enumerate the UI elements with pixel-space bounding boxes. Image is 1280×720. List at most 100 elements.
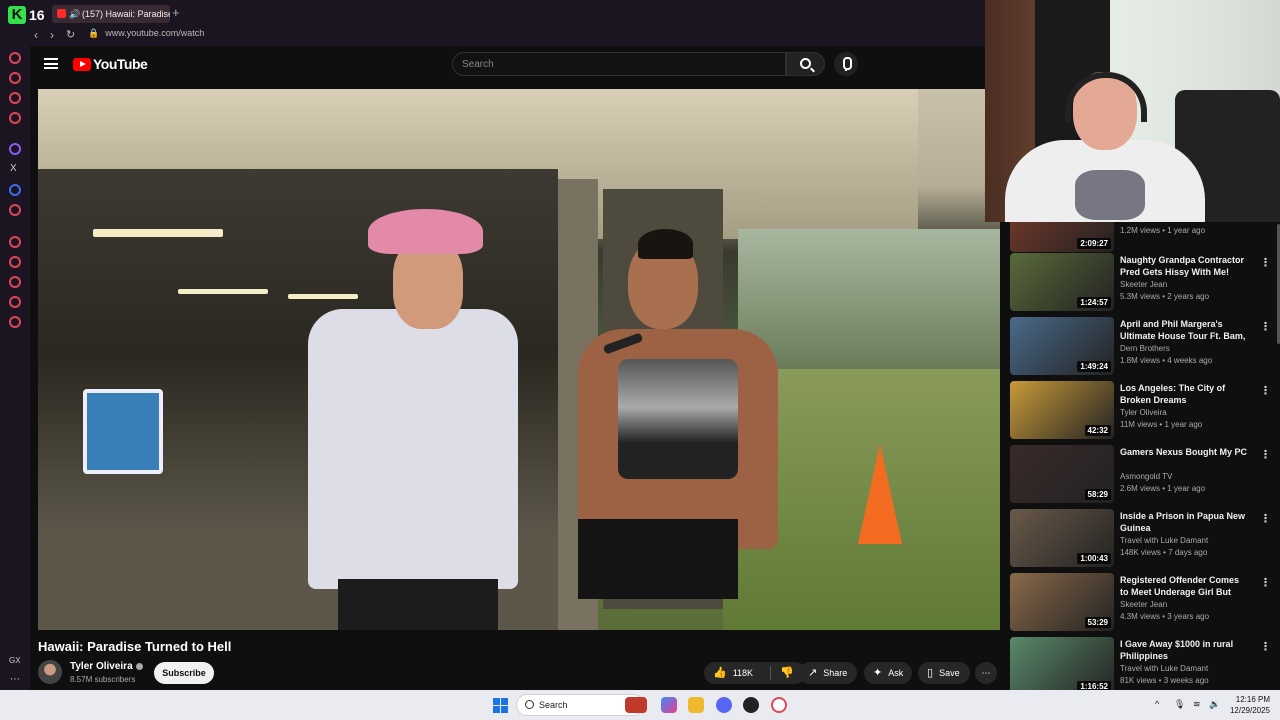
recommendation-channel[interactable]: Skeeter Jean <box>1120 280 1260 289</box>
new-tab-button[interactable]: + <box>172 6 184 20</box>
recommendation-item[interactable]: 1:16:52 I Gave Away $1000 in rural Philip… <box>1010 637 1274 690</box>
video-scene <box>738 229 1000 369</box>
recommendation-title[interactable]: Inside a Prison in Papua New Guinea <box>1120 510 1250 534</box>
chevron-up-icon[interactable]: ^ <box>1155 699 1159 709</box>
more-actions-button[interactable]: ⋯ <box>975 662 997 684</box>
recommendation-title[interactable]: Gamers Nexus Bought My PC <box>1120 446 1250 458</box>
discord-icon[interactable] <box>716 697 732 713</box>
browser-logo-icon[interactable]: K <box>8 6 26 24</box>
channel-avatar[interactable] <box>38 660 62 684</box>
video-thumbnail[interactable]: 1:16:52 <box>1010 637 1114 690</box>
search-button[interactable] <box>786 52 825 76</box>
recommendation-item[interactable]: 1:24:57 Naughty Grandpa Contractor Pred G… <box>1010 253 1274 313</box>
browser-badge-count: 16 <box>29 7 45 23</box>
recommendation-channel[interactable]: Travel with Luke Damant <box>1120 664 1260 673</box>
voice-search-button[interactable] <box>834 52 858 76</box>
sidebar-app-icon[interactable] <box>9 52 21 64</box>
sidebar-app-icon[interactable] <box>9 72 21 84</box>
video-player[interactable] <box>38 89 1000 630</box>
video-duration: 53:29 <box>1084 617 1111 628</box>
subscriber-count: 8.57M subscribers <box>70 675 136 684</box>
recommendation-item[interactable]: 1:00:43 Inside a Prison in Papua New Guin… <box>1010 509 1274 569</box>
like-button[interactable]: 👍 118K 👎 <box>704 662 806 684</box>
back-button[interactable]: ‹ <box>34 28 38 42</box>
twitch-icon[interactable] <box>9 143 21 155</box>
opera-gx-icon[interactable] <box>771 697 787 713</box>
microphone-icon[interactable]: 🎙 <box>1174 699 1185 710</box>
speaker-icon[interactable]: 🔊 <box>69 5 80 23</box>
clock-time: 12:16 PM <box>1235 695 1270 704</box>
recommendation-title[interactable]: Los Angeles: The City of Broken Dreams <box>1120 382 1250 406</box>
recommendation-item[interactable]: 58:29 Gamers Nexus Bought My PC Asmongold … <box>1010 445 1274 505</box>
obs-icon[interactable] <box>743 697 759 713</box>
recommendation-title[interactable]: I Gave Away $1000 in rural Philippines <box>1120 638 1250 662</box>
reload-button[interactable]: ↻ <box>66 28 75 41</box>
recommendation-channel[interactable]: Asmongold TV <box>1120 472 1260 481</box>
recommendation-meta: 5.3M views • 2 years ago <box>1120 292 1210 301</box>
wifi-icon[interactable]: ≋ <box>1193 699 1201 710</box>
gx-control-label[interactable]: GX <box>9 656 21 665</box>
sidebar-app-icon[interactable] <box>9 92 21 104</box>
share-button[interactable]: ↗ Share <box>799 662 857 684</box>
tab-youtube[interactable]: 🔊 (157) Hawaii: Paradise <box>52 5 170 23</box>
more-options-icon[interactable]: ⋮ <box>1260 320 1271 333</box>
more-options-icon[interactable]: ⋮ <box>1260 640 1271 653</box>
more-options-icon[interactable]: ⋮ <box>1260 256 1271 269</box>
video-scene <box>178 289 268 294</box>
recommendation-title[interactable]: Naughty Grandpa Contractor Pred Gets His… <box>1120 254 1250 278</box>
windows-start-icon[interactable] <box>493 698 508 713</box>
address-bar[interactable]: 🔒 www.youtube.com/watch <box>88 28 204 39</box>
more-options-icon[interactable]: ⋮ <box>1260 512 1271 525</box>
sidebar-app-icon[interactable] <box>9 112 21 124</box>
video-thumbnail[interactable]: 1:00:43 <box>1010 509 1114 567</box>
sidebar-app-icon[interactable] <box>9 276 21 288</box>
file-explorer-icon[interactable] <box>688 697 704 713</box>
recommendation-item[interactable]: 42:32 Los Angeles: The City of Broken Dre… <box>1010 381 1274 441</box>
recommendation-item[interactable]: 1:49:24 April and Phil Margera's Ultimate… <box>1010 317 1274 377</box>
recommendation-item[interactable]: 2:09:27 1.2M views • 1 year ago <box>1010 222 1274 254</box>
channel-name[interactable]: Tyler Oliveira <box>70 661 143 672</box>
x-icon[interactable]: X <box>10 163 17 174</box>
ask-button[interactable]: ✦ Ask <box>864 662 912 684</box>
recommendation-channel[interactable]: Tyler Oliveira <box>1120 408 1260 417</box>
recommendation-channel[interactable]: Skeeter Jean <box>1120 600 1260 609</box>
recommendation-meta: 2.6M views • 1 year ago <box>1120 484 1206 493</box>
recommendation-title[interactable]: April and Phil Margera's Ultimate House … <box>1120 318 1250 342</box>
video-thumbnail[interactable]: 2:09:27 <box>1010 222 1114 252</box>
video-thumbnail[interactable]: 1:24:57 <box>1010 253 1114 311</box>
thumbs-down-icon[interactable]: 👎 <box>780 662 794 684</box>
volume-icon[interactable]: 🔉 <box>1209 699 1220 710</box>
guitar-app-icon[interactable] <box>625 697 647 713</box>
video-thumbnail[interactable]: 53:29 <box>1010 573 1114 631</box>
youtube-logo-text[interactable]: YouTube <box>93 56 148 72</box>
forward-button[interactable]: › <box>50 28 54 42</box>
recommendation-meta: 4.3M views • 3 years ago <box>1120 612 1210 621</box>
recommendation-channel[interactable]: Dern Brothers <box>1120 344 1260 353</box>
recommendation-channel[interactable]: Travel with Luke Damant <box>1120 536 1260 545</box>
thumbs-up-icon: 👍 <box>713 667 727 679</box>
more-options-icon[interactable]: ⋮ <box>1260 448 1271 461</box>
search-input[interactable]: Search <box>452 52 786 76</box>
save-button[interactable]: ▯ Save <box>918 662 970 684</box>
send-icon[interactable] <box>9 256 21 268</box>
more-icon[interactable]: ⋯ <box>10 674 20 685</box>
video-thumbnail[interactable]: 1:49:24 <box>1010 317 1114 375</box>
sidebar-app-icon[interactable] <box>9 204 21 216</box>
divider <box>770 666 771 680</box>
more-options-icon[interactable]: ⋮ <box>1260 576 1271 589</box>
copilot-icon[interactable] <box>661 697 677 713</box>
subscribe-button[interactable]: Subscribe <box>154 662 214 684</box>
more-options-icon[interactable]: ⋮ <box>1260 384 1271 397</box>
recommendation-item[interactable]: 53:29 Registered Offender Comes to Meet U… <box>1010 573 1274 633</box>
sidebar-app-icon[interactable] <box>9 316 21 328</box>
video-thumbnail[interactable]: 58:29 <box>1010 445 1114 503</box>
recommendation-title[interactable]: Registered Offender Comes to Meet Undera… <box>1120 574 1250 598</box>
menu-icon[interactable] <box>44 58 58 69</box>
bluesky-icon[interactable] <box>9 184 21 196</box>
youtube-logo-icon[interactable] <box>73 58 91 71</box>
clock[interactable]: 12:16 PM 12/29/2025 <box>1228 694 1270 716</box>
recommendations-list: 2:09:27 1.2M views • 1 year ago 1:24:57 Nau… <box>1004 222 1280 690</box>
sidebar-app-icon[interactable] <box>9 296 21 308</box>
video-thumbnail[interactable]: 42:32 <box>1010 381 1114 439</box>
player-icon[interactable] <box>9 236 21 248</box>
